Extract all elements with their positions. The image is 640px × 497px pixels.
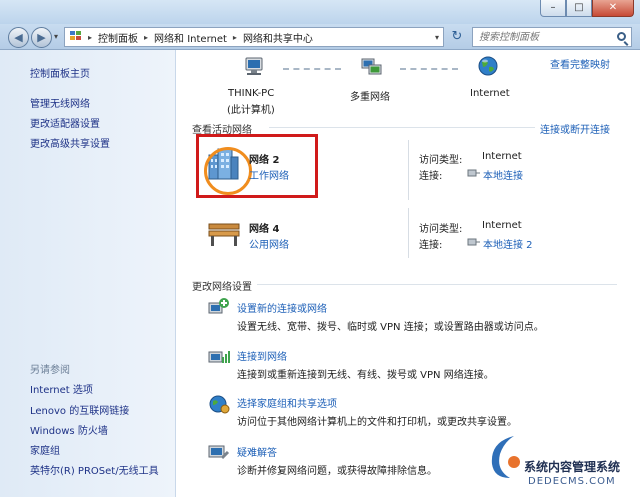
section-divider: [257, 284, 617, 285]
task-pane: 控制面板主页 管理无线网络 更改适配器设置 更改高级共享设置 另请参阅 Inte…: [0, 50, 176, 497]
breadcrumb-network-internet[interactable]: 网络和 Internet: [154, 30, 227, 45]
control-panel-icon: [70, 31, 84, 43]
multiple-networks-label: 多重网络: [350, 92, 390, 103]
address-bar[interactable]: ▸ 控制面板 ▸ 网络和 Internet ▸ 网络和共享中心 ▾: [64, 27, 444, 47]
window-titlebar: – □ ✕: [0, 0, 640, 24]
local-connection-link[interactable]: 本地连接: [483, 167, 523, 182]
annotation-red-box: [196, 134, 318, 198]
local-connection-2-link[interactable]: 本地连接 2: [483, 236, 533, 251]
public-network-bench-icon: [208, 223, 240, 246]
control-panel-home-link[interactable]: 控制面板主页: [30, 65, 90, 80]
computer-subtitle: (此计算机): [227, 105, 275, 116]
local-connection-icon: [467, 238, 480, 246]
connect-disconnect-link[interactable]: 连接或断开连接: [540, 121, 610, 136]
troubleshoot-icon: [208, 445, 230, 460]
watermark-text-bottom: DEDECMS.COM: [528, 476, 616, 487]
connect-to-network-desc: 连接到或重新连接到无线、有线、拨号或 VPN 网络连接。: [237, 370, 494, 381]
breadcrumb-separator-icon: ▸: [88, 32, 93, 42]
connection-label: 连接:: [419, 240, 443, 251]
access-type-label: 访问类型:: [419, 224, 463, 235]
public-network-link[interactable]: 公用网络: [249, 236, 289, 251]
connection-label: 连接:: [419, 171, 443, 182]
troubleshoot-link[interactable]: 疑难解答: [237, 444, 277, 459]
maximize-button[interactable]: □: [566, 0, 592, 17]
column-divider: [408, 208, 409, 258]
new-connection-icon: [208, 298, 229, 314]
watermark-logo-icon: [491, 436, 520, 478]
network-2-name: 网络 2: [249, 155, 280, 166]
site-watermark: 系统内容管理系统 DEDECMS.COM: [474, 420, 640, 497]
setup-new-connection-desc: 设置无线、宽带、拨号、临时或 VPN 连接；或设置路由器或访问点。: [237, 322, 544, 333]
lenovo-internet-link[interactable]: Lenovo 的互联网链接: [30, 402, 129, 417]
window-controls: – □ ✕: [540, 0, 634, 17]
see-also-heading: 另请参阅: [30, 365, 70, 376]
homegroup-sharing-link[interactable]: 选择家庭组和共享选项: [237, 395, 337, 410]
back-arrow-icon: ◀: [14, 31, 23, 44]
connect-to-network-icon: [208, 351, 230, 363]
change-advanced-sharing-link[interactable]: 更改高级共享设置: [30, 135, 110, 150]
watermark-text-top: 系统内容管理系统: [524, 460, 621, 474]
connect-to-network-link[interactable]: 连接到网络: [237, 348, 287, 363]
refresh-icon: ↻: [451, 29, 463, 44]
search-icon[interactable]: [617, 32, 626, 41]
internet-globe-icon: [478, 56, 498, 76]
navigation-bar: ◀ ▶ ▾ ▸ 控制面板 ▸ 网络和 Internet ▸ 网络和共享中心 ▾ …: [0, 24, 640, 50]
breadcrumb-separator-icon: ▸: [144, 32, 149, 42]
windows-firewall-link[interactable]: Windows 防火墙: [30, 422, 108, 437]
manage-wireless-networks-link[interactable]: 管理无线网络: [30, 95, 90, 110]
local-connection-icon: [467, 169, 480, 177]
internet-label: Internet: [470, 88, 510, 99]
computer-icon: [245, 57, 263, 75]
search-input[interactable]: [472, 27, 632, 47]
change-adapter-settings-link[interactable]: 更改适配器设置: [30, 115, 100, 130]
breadcrumb-network-sharing-center[interactable]: 网络和共享中心: [243, 30, 313, 45]
breadcrumb-separator-icon: ▸: [232, 32, 237, 42]
map-connector-line: [283, 68, 341, 70]
forward-arrow-icon: ▶: [37, 31, 46, 44]
access-type-label: 访问类型:: [419, 155, 463, 166]
network-4-name: 网络 4: [249, 224, 280, 235]
section-divider: [269, 127, 535, 128]
back-button[interactable]: ◀: [8, 27, 29, 48]
recent-pages-dropdown[interactable]: ▾: [54, 32, 58, 41]
address-dropdown-icon[interactable]: ▾: [435, 33, 439, 42]
breadcrumb-control-panel[interactable]: 控制面板: [98, 30, 138, 45]
access-type-value: Internet: [482, 220, 522, 231]
work-network-link[interactable]: 工作网络: [249, 167, 289, 182]
column-divider: [408, 140, 409, 200]
close-button[interactable]: ✕: [592, 0, 634, 17]
view-full-map-link[interactable]: 查看完整映射: [550, 56, 610, 71]
setup-new-connection-link[interactable]: 设置新的连接或网络: [237, 300, 327, 315]
forward-button[interactable]: ▶: [31, 27, 52, 48]
refresh-button[interactable]: ↻: [448, 29, 466, 45]
homegroup-link[interactable]: 家庭组: [30, 442, 60, 457]
internet-options-link[interactable]: Internet 选项: [30, 381, 93, 396]
multiple-networks-icon: [361, 58, 382, 75]
minimize-button[interactable]: –: [540, 0, 566, 17]
map-connector-line: [400, 68, 458, 70]
access-type-value: Internet: [482, 151, 522, 162]
intel-proset-link[interactable]: 英特尔(R) PROSet/无线工具: [30, 462, 159, 477]
computer-name: THINK-PC: [228, 88, 275, 99]
change-settings-heading: 更改网络设置: [192, 282, 252, 293]
homegroup-sharing-icon: [209, 395, 230, 414]
troubleshoot-desc: 诊断并修复网络问题，或获得故障排除信息。: [237, 466, 437, 477]
